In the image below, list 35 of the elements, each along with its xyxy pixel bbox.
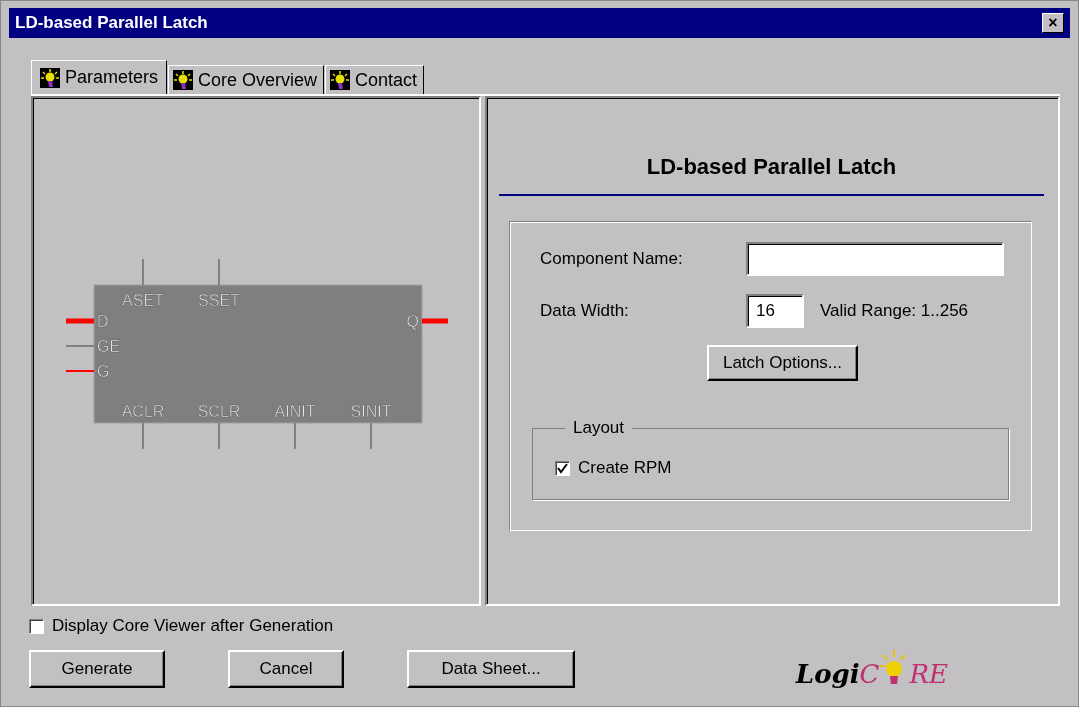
dialog-button[interactable]: Generate: [29, 650, 165, 688]
panel-heading: LD-based Parallel Latch: [499, 154, 1044, 196]
dialog-button[interactable]: Data Sheet...: [407, 650, 575, 688]
dialog-button[interactable]: Cancel: [228, 650, 344, 688]
range-hint: Valid Range: 1..256: [820, 301, 969, 321]
lightbulb-icon: [173, 70, 194, 90]
latch-options-button[interactable]: Latch Options...: [706, 345, 859, 381]
close-button[interactable]: ×: [1042, 13, 1064, 33]
pin-label: G: [97, 363, 110, 380]
pin-label: Q: [406, 313, 419, 330]
checkbox-label: Display Core Viewer after Generation: [52, 616, 334, 636]
checkmark-icon: [557, 462, 568, 474]
group-legend: Layout: [565, 418, 633, 438]
tab[interactable]: Parameters: [31, 60, 168, 94]
pin-label: SSET: [198, 292, 240, 309]
window-title: LD-based Parallel Latch: [15, 13, 208, 33]
pin-label: D: [97, 313, 109, 330]
logo: LogiC RE: [795, 649, 948, 689]
pin-label: ACLR: [121, 403, 165, 420]
lightbulb-icon: [330, 70, 351, 90]
pin-label: SINIT: [350, 403, 392, 420]
lightbulb-icon: [40, 67, 60, 88]
pin-label: GE: [97, 338, 121, 355]
checkbox[interactable]: [29, 618, 44, 634]
checkbox-label: Create RPM: [578, 458, 672, 478]
tab[interactable]: Contact: [325, 65, 425, 94]
tab[interactable]: Core Overview: [168, 65, 325, 94]
pin-label: ASET: [122, 292, 164, 309]
pin-label: AINIT: [274, 403, 316, 420]
input-field[interactable]: 16: [746, 294, 804, 328]
field-label: Data Width:: [540, 301, 630, 321]
pin-label: SCLR: [197, 403, 241, 420]
field-label: Component Name:: [540, 249, 684, 269]
input-field[interactable]: [746, 242, 1004, 276]
checkbox[interactable]: [555, 460, 570, 476]
